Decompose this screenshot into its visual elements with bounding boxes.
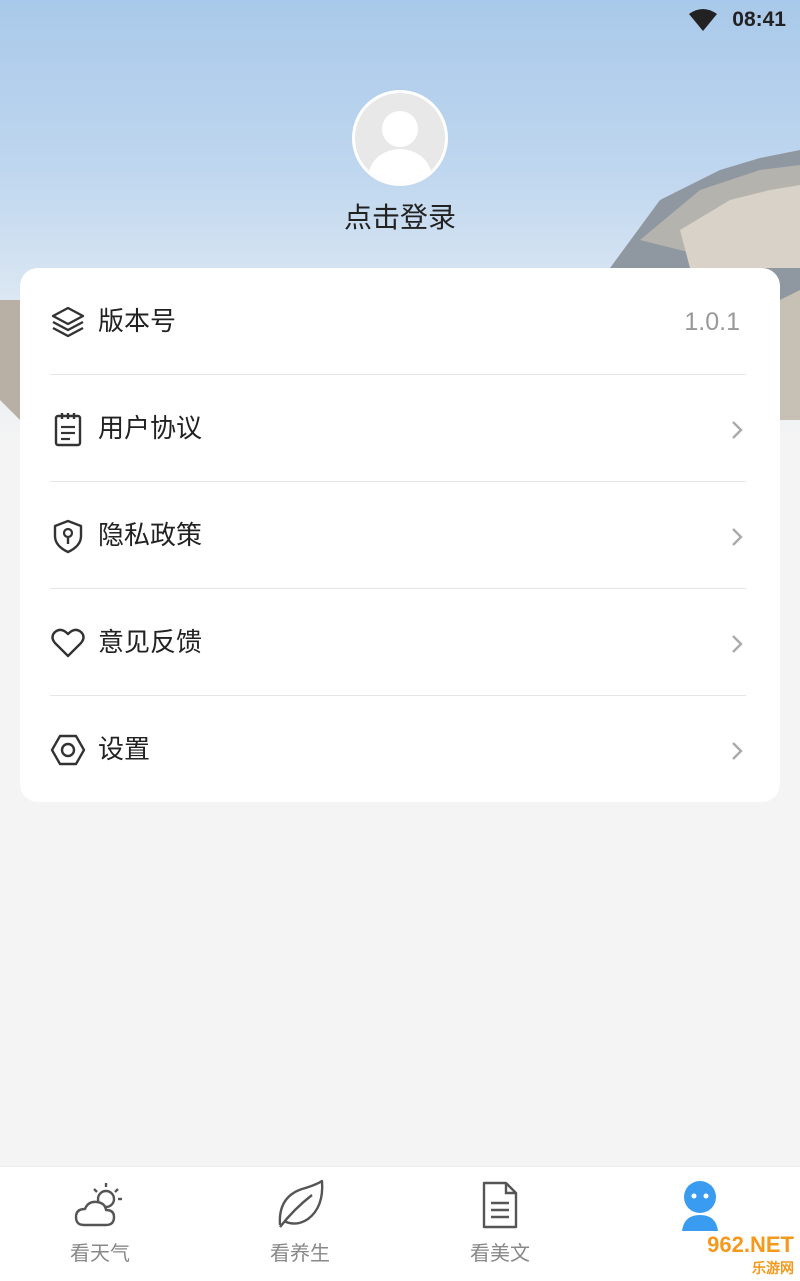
tab-health[interactable]: 看养生 — [200, 1167, 400, 1281]
weather-cloud-sun-icon — [74, 1183, 122, 1227]
chevron-right-icon — [732, 635, 743, 653]
heart-icon — [51, 628, 85, 658]
watermark-text: 962.NET — [707, 1232, 794, 1257]
status-bar: 08:41 — [0, 0, 800, 40]
chevron-right-icon — [732, 421, 743, 439]
watermark-logo: 962.NET 乐游网 — [707, 1232, 794, 1278]
bottom-tab-bar: 看天气 看养生 看美文 — [0, 1166, 800, 1281]
avatar[interactable] — [352, 90, 448, 186]
menu-item-label: 意见反馈 — [98, 628, 203, 658]
tab-weather[interactable]: 看天气 — [0, 1167, 200, 1281]
login-prompt[interactable]: 点击登录 — [0, 196, 800, 236]
default-user-icon — [367, 111, 433, 183]
menu-item-label: 隐私政策 — [98, 521, 203, 551]
chevron-right-icon — [732, 742, 743, 760]
tab-label: 看美文 — [470, 1241, 530, 1265]
chevron-right-icon — [732, 528, 743, 546]
document-icon — [482, 1181, 518, 1229]
version-value: 1.0.1 — [684, 308, 740, 336]
shield-lock-icon — [53, 519, 83, 554]
status-time: 08:41 — [732, 8, 786, 31]
menu-item-settings[interactable]: 设置 — [50, 696, 746, 802]
clipboard-icon — [54, 413, 82, 447]
layers-icon — [51, 306, 85, 338]
hexagon-settings-icon — [50, 734, 86, 766]
menu-item-label: 版本号 — [98, 307, 177, 337]
menu-item-privacy-policy[interactable]: 隐私政策 — [50, 482, 746, 588]
menu-item-version: 版本号 1.0.1 — [50, 268, 746, 374]
tab-label: 看天气 — [70, 1241, 130, 1265]
settings-card: 版本号 1.0.1 用户协议 隐私政策 意见反馈 设置 — [20, 268, 780, 802]
wifi-icon — [689, 9, 717, 31]
menu-item-feedback[interactable]: 意见反馈 — [50, 589, 746, 695]
tab-label: 看养生 — [270, 1241, 330, 1265]
tab-articles[interactable]: 看美文 — [400, 1167, 600, 1281]
menu-item-user-agreement[interactable]: 用户协议 — [50, 375, 746, 481]
menu-item-label: 用户协议 — [98, 414, 203, 444]
menu-item-label: 设置 — [98, 735, 151, 765]
leaf-icon — [278, 1179, 324, 1228]
user-icon — [682, 1181, 718, 1231]
watermark-subtext: 乐游网 — [752, 1260, 794, 1276]
